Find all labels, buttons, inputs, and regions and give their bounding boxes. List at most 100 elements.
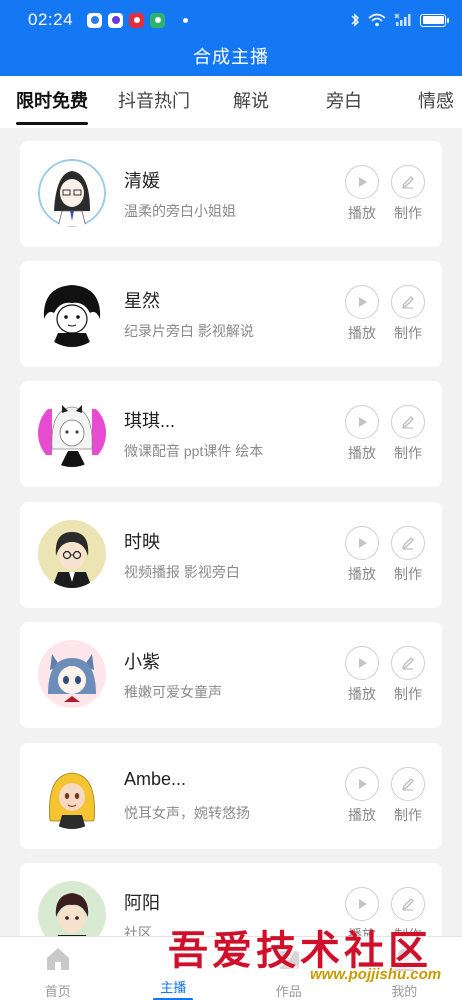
avatar-illustration (55, 893, 89, 936)
voice-name: 清媛 (124, 171, 160, 191)
nav-mine[interactable]: 我的 (347, 937, 462, 1000)
avatar (38, 399, 106, 467)
make-label: 制作 (394, 326, 422, 342)
nav-home-label: 首页 (44, 985, 71, 1000)
avatar (38, 520, 106, 588)
play-label: 播放 (348, 928, 376, 936)
avatar-illustration (38, 405, 106, 467)
wifi-icon (368, 13, 386, 27)
voice-name: 时映 (124, 532, 160, 552)
pencil-icon (391, 887, 425, 921)
nav-works-label: 作品 (275, 985, 302, 1000)
avatar (38, 279, 106, 347)
make-label: 制作 (394, 928, 422, 936)
play-button[interactable]: 播放 (342, 887, 382, 936)
make-label: 制作 (394, 446, 422, 462)
make-button[interactable]: 制作 (388, 646, 428, 704)
voice-name: 小紫 (124, 652, 160, 672)
avatar-illustration (48, 654, 96, 702)
play-icon (345, 767, 379, 801)
status-time: 02:24 (28, 10, 74, 29)
make-button[interactable]: 制作 (388, 165, 428, 223)
make-button[interactable]: 制作 (388, 285, 428, 343)
make-label: 制作 (394, 687, 422, 703)
play-icon (345, 405, 379, 439)
notification-dot-icon (183, 17, 189, 23)
shield-app-icon (150, 12, 166, 28)
status-bar: 02:24 (0, 0, 462, 40)
voice-card-xiaozi[interactable]: 小紫 稚嫩可爱女童声 播放 制作 (20, 622, 442, 728)
nav-works[interactable]: 作品 (231, 937, 347, 1000)
voice-card-ayang[interactable]: 阿阳 社区 播放 制作 (20, 863, 442, 936)
nav-anchor-label: 主播 (160, 981, 187, 996)
voice-name: 琪琪... (124, 411, 176, 431)
play-icon (345, 887, 379, 921)
works-icon (278, 951, 299, 969)
play-button[interactable]: 播放 (342, 285, 382, 343)
make-label: 制作 (394, 206, 422, 222)
voice-description: 微课配音 ppt课件 绘本 (124, 443, 264, 459)
avatar-illustration (38, 159, 106, 227)
make-button[interactable]: 制作 (388, 887, 428, 936)
tab-free[interactable]: 限时免费 (16, 76, 88, 128)
record-app-icon (108, 12, 124, 28)
voice-name: 阿阳 (124, 893, 160, 913)
make-label: 制作 (394, 808, 422, 824)
page-title: 合成主播 (193, 47, 269, 68)
bottom-navigation: 首页 主播 作品 我的 (0, 936, 462, 1000)
play-button[interactable]: 播放 (342, 165, 382, 223)
user-icon (393, 949, 416, 971)
battery-icon (420, 13, 449, 27)
avatar (38, 159, 106, 227)
play-icon (345, 526, 379, 560)
voice-card-shiying[interactable]: 时映 视频播报 影视旁白 播放 制作 (20, 502, 442, 608)
play-label: 播放 (348, 206, 376, 222)
voice-card-qiqi[interactable]: 琪琪... 微课配音 ppt课件 绘本 播放 制作 (20, 381, 442, 487)
pencil-icon (391, 646, 425, 680)
bluetooth-icon (351, 13, 359, 27)
voice-description: 纪录片旁白 影视解说 (124, 323, 254, 339)
avatar (38, 881, 106, 936)
avatar-illustration (49, 772, 95, 829)
nav-mine-label: 我的 (391, 985, 418, 1000)
play-button[interactable]: 播放 (342, 767, 382, 825)
voice-description: 社区 (124, 925, 152, 936)
voice-card-xingran[interactable]: 星然 纪录片旁白 影视解说 播放 制作 (20, 261, 442, 367)
anchor-nav-icon (159, 945, 187, 973)
make-button[interactable]: 制作 (388, 526, 428, 584)
play-label: 播放 (348, 808, 376, 824)
tab-narration[interactable]: 旁白 (326, 76, 362, 128)
play-button[interactable]: 播放 (342, 405, 382, 463)
voice-description: 视频播报 影视旁白 (124, 564, 240, 580)
play-icon (345, 285, 379, 319)
tab-emotion[interactable]: 情感 (418, 76, 454, 128)
play-icon (345, 165, 379, 199)
avatar-illustration (43, 285, 101, 347)
play-label: 播放 (348, 326, 376, 342)
voice-card-amber[interactable]: Ambe... 悦耳女声，婉转悠扬 播放 制作 (20, 743, 442, 849)
voice-name: Ambe... (124, 769, 187, 789)
pencil-icon (391, 405, 425, 439)
pencil-icon (391, 285, 425, 319)
play-button[interactable]: 播放 (342, 526, 382, 584)
signal-icon (394, 13, 411, 26)
play-label: 播放 (348, 687, 376, 703)
play-button[interactable]: 播放 (342, 646, 382, 704)
make-button[interactable]: 制作 (388, 405, 428, 463)
play-icon (345, 646, 379, 680)
tab-douyin-hot[interactable]: 抖音热门 (118, 76, 190, 128)
active-tab-indicator (16, 122, 88, 125)
music-app-icon (129, 12, 145, 28)
voice-list: 清媛 温柔的旁白小姐姐 播放 制作 星然 纪录片旁白 影视解说 播放 制作 琪琪… (0, 128, 462, 936)
app-header: 02:24 合成主播 (0, 0, 462, 76)
nav-home[interactable]: 首页 (0, 937, 116, 1000)
avatar-illustration (52, 532, 92, 588)
tab-commentary[interactable]: 解说 (233, 76, 269, 128)
voice-name: 星然 (124, 291, 160, 311)
search-app-icon (87, 12, 103, 28)
nav-anchor[interactable]: 主播 (116, 937, 232, 1000)
voice-card-qingyuan[interactable]: 清媛 温柔的旁白小姐姐 播放 制作 (20, 141, 442, 247)
category-tabs: 限时免费 抖音热门 解说 旁白 情感 (0, 76, 462, 128)
avatar (38, 761, 106, 829)
make-button[interactable]: 制作 (388, 767, 428, 825)
